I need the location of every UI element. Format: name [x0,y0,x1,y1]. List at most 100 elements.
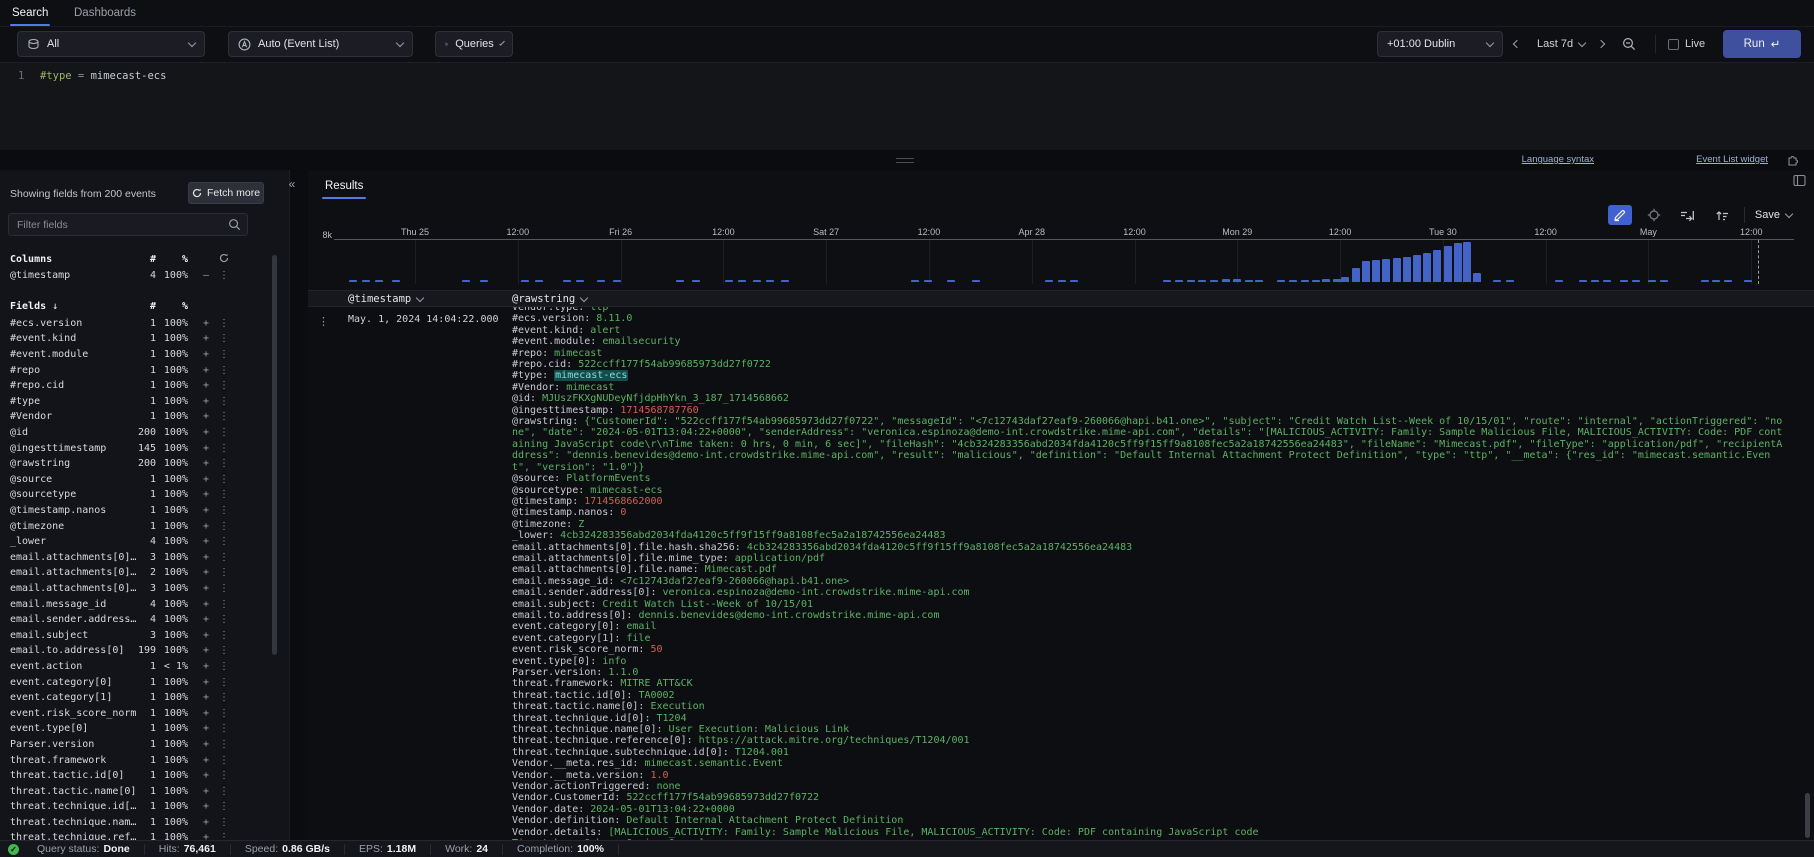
field-menu-icon[interactable]: ⋮ [218,708,230,719]
field-menu-icon[interactable]: ⋮ [218,614,230,625]
add-column-button[interactable]: + [198,677,214,688]
histogram-bar[interactable] [1454,243,1462,282]
field-row[interactable]: email.message_id 4 100% + ⋮ [0,596,268,612]
add-column-button[interactable]: + [198,349,214,360]
field-row[interactable]: #ecs.version 1 100% + ⋮ [0,316,268,332]
field-row[interactable]: email.attachments[0]… 3 100% + ⋮ [0,550,268,566]
sort-down-icon[interactable]: ↓ [52,301,58,312]
histogram-bar[interactable] [576,280,584,282]
field-menu-icon[interactable]: ⋮ [218,739,230,750]
histogram-bar[interactable] [1382,259,1390,283]
field-row[interactable]: email.to.address[0] 199 100% + ⋮ [0,643,268,659]
tab-search[interactable]: Search [12,0,48,26]
add-column-button[interactable]: + [198,599,214,610]
field-row[interactable]: Parser.version 1 100% + ⋮ [0,737,268,753]
field-row[interactable]: threat.technique.id[… 1 100% + ⋮ [0,799,268,815]
field-row[interactable]: event.risk_score_norm 1 100% + ⋮ [0,705,268,721]
add-column-button[interactable]: + [198,739,214,750]
detail-line[interactable]: threat.technique.name[0]: User Execution… [512,724,1788,735]
field-row[interactable]: threat.tactic.id[0] 1 100% + ⋮ [0,768,268,784]
detail-line[interactable]: Vendor.actionTriggered: none [512,781,1788,792]
histogram-bar[interactable] [1603,280,1611,282]
histogram-bar[interactable] [1187,280,1195,283]
detail-line[interactable]: event.category[0]: email [512,621,1788,632]
histogram-bar[interactable] [375,280,383,282]
field-row[interactable]: email.subject 3 100% + ⋮ [0,627,268,643]
field-menu-icon[interactable]: ⋮ [218,755,230,766]
histogram-bar[interactable] [1724,280,1732,282]
field-menu-icon[interactable]: ⋮ [218,270,230,281]
histogram-bar[interactable] [1163,280,1171,283]
field-row[interactable]: #type 1 100% + ⋮ [0,394,268,410]
histogram-bar[interactable] [676,280,684,282]
field-row[interactable]: @ingesttimestamp 145 100% + ⋮ [0,440,268,456]
histogram-bar[interactable] [1372,260,1380,283]
field-menu-icon[interactable]: ⋮ [218,677,230,688]
field-row[interactable]: @timestamp.nanos 1 100% + ⋮ [0,503,268,519]
add-column-button[interactable]: + [198,536,214,547]
field-row[interactable]: #Vendor 1 100% + ⋮ [0,409,268,425]
field-menu-icon[interactable]: ⋮ [218,661,230,672]
histogram-bar[interactable] [613,280,621,282]
histogram-bar[interactable] [597,280,605,282]
add-column-button[interactable]: + [198,489,214,500]
histogram-bar[interactable] [1591,280,1599,282]
histogram-bar[interactable] [462,280,470,282]
timestamp-column-header[interactable]: @timestamp [348,291,423,307]
add-column-button[interactable]: + [198,427,214,438]
view-selector[interactable]: Auto (Event List) [228,31,413,57]
histogram-bar[interactable] [1506,280,1514,282]
field-menu-icon[interactable]: ⋮ [218,505,230,516]
field-menu-icon[interactable]: ⋮ [218,599,230,610]
detail-line[interactable]: event.type[0]: info [512,656,1788,667]
detail-line[interactable]: @timestamp.nanos: 0 [512,507,1788,518]
field-menu-icon[interactable]: ⋮ [218,786,230,797]
add-column-button[interactable]: + [198,645,214,656]
detail-line[interactable]: @timestamp: 1714568662000 [512,496,1788,507]
field-row[interactable]: event.action 1 < 1% + ⋮ [0,659,268,675]
detail-line[interactable]: #type: mimecast-ecs [512,370,1788,381]
remove-column-button[interactable]: — [198,270,214,281]
detail-line[interactable]: Vendor.__meta.res_id: mimecast.semantic.… [512,758,1788,769]
detail-line[interactable]: @ingesttimestamp: 1714568787760 [512,405,1788,416]
zoom-out-time-button[interactable] [1622,31,1636,57]
field-menu-icon[interactable]: ⋮ [218,333,230,344]
histogram-bar[interactable] [1255,280,1263,282]
detail-line[interactable]: threat.technique.id[0]: T1204 [512,713,1788,724]
query-text[interactable]: #type = mimecast-ecs [40,70,166,82]
histogram-bar[interactable] [972,280,980,282]
add-column-button[interactable]: + [198,630,214,641]
field-row[interactable]: #event.module 1 100% + ⋮ [0,347,268,363]
add-column-button[interactable]: + [198,552,214,563]
tab-results[interactable]: Results [325,180,363,192]
field-row[interactable]: @sourcetype 1 100% + ⋮ [0,487,268,503]
histogram-bar[interactable] [1473,273,1481,282]
field-row[interactable]: #repo.cid 1 100% + ⋮ [0,378,268,394]
field-row[interactable]: email.sender.address… 4 100% + ⋮ [0,612,268,628]
field-menu-icon[interactable]: ⋮ [218,645,230,656]
histogram-bar[interactable] [1312,280,1320,283]
field-row[interactable]: threat.technique.ref… 1 100% + ⋮ [0,830,268,840]
field-menu-icon[interactable]: ⋮ [218,474,230,485]
histogram-bar[interactable] [911,280,919,282]
event-menu-icon[interactable]: ⋮ [318,315,329,328]
histogram-bar[interactable] [1222,279,1230,282]
field-row[interactable]: threat.framework 1 100% + ⋮ [0,752,268,768]
field-menu-icon[interactable]: ⋮ [218,365,230,376]
field-row[interactable]: threat.technique.nam… 1 100% + ⋮ [0,815,268,831]
detail-line[interactable]: @id: MJUszFKXgNUDeyNfjdpHhYkn_3_187_1714… [512,393,1788,404]
field-menu-icon[interactable]: ⋮ [218,801,230,812]
histogram-bar[interactable] [1423,253,1431,283]
detail-line[interactable]: email.attachments[0].file.hash.sha256: 4… [512,542,1788,553]
histogram-bar[interactable] [1289,280,1297,282]
add-column-button[interactable]: + [198,458,214,469]
add-column-button[interactable]: + [198,333,214,344]
field-menu-icon[interactable]: ⋮ [218,427,230,438]
add-column-button[interactable]: + [198,801,214,812]
detail-line[interactable]: #ecs.version: 8.11.0 [512,313,1788,324]
field-row[interactable]: threat.tactic.name[0] 1 100% + ⋮ [0,783,268,799]
field-row[interactable]: email.attachments[0]… 2 100% + ⋮ [0,565,268,581]
histogram-bar[interactable] [1660,280,1668,282]
histogram-bar[interactable] [1632,280,1640,282]
field-menu-icon[interactable]: ⋮ [218,536,230,547]
